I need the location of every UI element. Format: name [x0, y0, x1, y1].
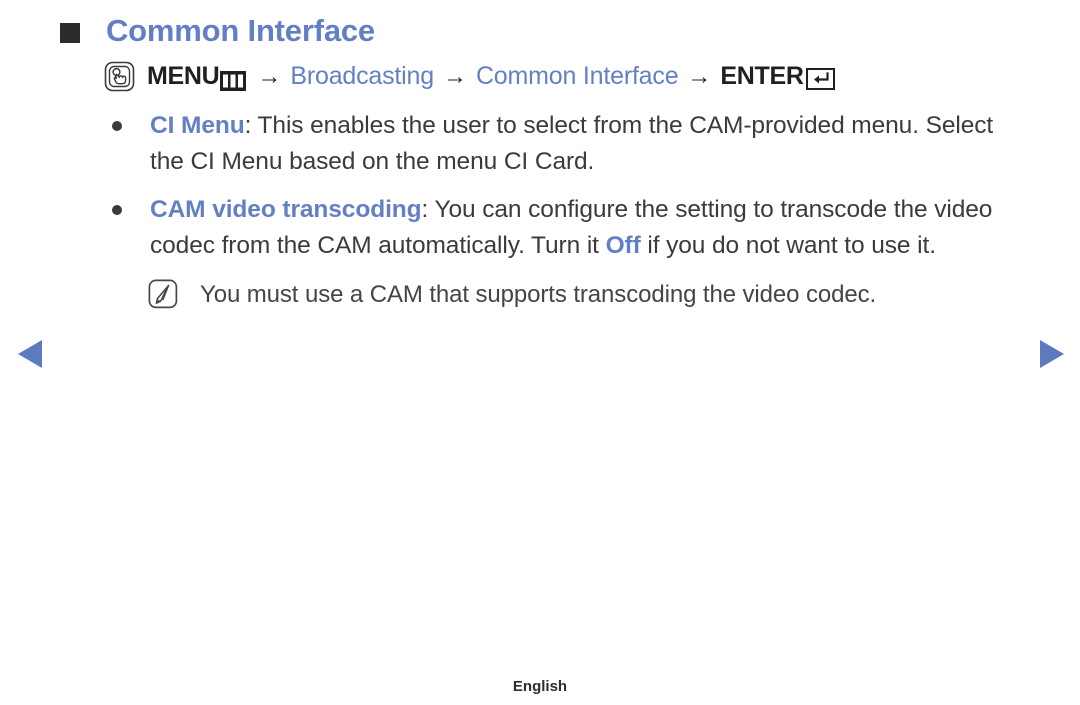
bullet-text: : This enables the user to select from t… [150, 112, 994, 175]
triangle-right-icon [1040, 340, 1064, 368]
bullet-dot-icon [112, 121, 122, 131]
note-item: You must use a CAM that supports transco… [0, 278, 1080, 312]
note-text: You must use a CAM that supports transco… [200, 281, 877, 308]
bullet-keyword: CAM video transcoding [150, 196, 422, 223]
previous-page-button[interactable] [16, 338, 44, 370]
page-title: Common Interface [106, 13, 375, 48]
enter-return-arrow-icon [805, 67, 835, 90]
content-body: CI Menu: This enables the user to select… [0, 108, 1080, 312]
path-separator-2: → [442, 62, 467, 90]
bullet-text-part2: if you do not want to use it. [640, 232, 936, 259]
bullet-keyword: CI Menu [150, 112, 245, 139]
path-separator-3: → [687, 62, 712, 90]
footer-language-label: English [512, 678, 568, 695]
path-step-broadcasting: Broadcasting [290, 62, 434, 90]
enter-label: ENTER [720, 62, 804, 90]
triangle-left-icon [18, 340, 42, 368]
path-separator-1: → [257, 62, 282, 90]
note-pencil-icon [148, 279, 181, 310]
filled-square-icon [60, 23, 80, 43]
menu-label: MENU [147, 62, 220, 90]
bullet-dot-icon [112, 205, 122, 215]
path-step-common-interface: Common Interface [475, 62, 679, 90]
list-item: CAM video transcoding: You can configure… [0, 192, 1080, 264]
page-header: Common Interface [0, 8, 1080, 54]
list-item: CI Menu: This enables the user to select… [0, 108, 1080, 180]
menu-path-breadcrumb: MENU → Broadcasting → Common Interface →… [104, 61, 1064, 92]
menu-grid-icon [220, 69, 247, 91]
next-page-button[interactable] [1038, 338, 1066, 370]
bullet-inline-keyword: Off [605, 232, 641, 259]
menu-press-hand-icon [104, 61, 135, 92]
